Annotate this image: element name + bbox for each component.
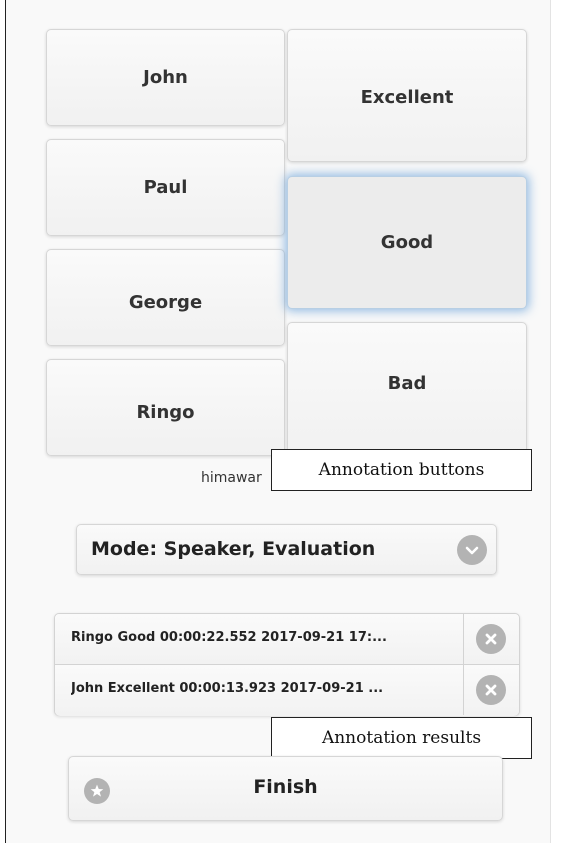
evaluation-button-excellent[interactable]: Excellent xyxy=(287,29,527,162)
evaluation-button-label: Excellent xyxy=(360,87,454,108)
callout-label: Annotation buttons xyxy=(318,460,485,480)
footer-credit: himawar xyxy=(201,470,262,486)
speaker-button-label: John xyxy=(143,67,188,88)
finish-label: Finish xyxy=(253,776,318,798)
speaker-button-george[interactable]: George xyxy=(46,249,285,346)
evaluation-button-good[interactable]: Good xyxy=(287,176,527,309)
results-list: Ringo Good 00:00:22.552 2017-09-21 17:..… xyxy=(54,613,520,716)
speaker-button-label: Ringo xyxy=(136,402,195,423)
delete-result-button[interactable] xyxy=(463,614,519,664)
callout-annotation-buttons: Annotation buttons xyxy=(271,449,532,491)
callout-label: Annotation results xyxy=(321,728,482,748)
result-row: Ringo Good 00:00:22.552 2017-09-21 17:..… xyxy=(55,614,519,665)
evaluation-button-label: Good xyxy=(380,232,434,253)
speaker-button-label: George xyxy=(128,292,203,313)
evaluation-button-bad[interactable]: Bad xyxy=(287,322,527,455)
chevron-down-icon xyxy=(457,535,487,565)
result-row: John Excellent 00:00:13.923 2017-09-21 .… xyxy=(55,665,519,716)
mode-select[interactable]: Mode: Speaker, Evaluation xyxy=(76,524,497,575)
mode-select-value: Mode: Speaker, Evaluation xyxy=(91,538,376,560)
close-circle-icon xyxy=(476,624,506,654)
result-text: Ringo Good 00:00:22.552 2017-09-21 17:..… xyxy=(71,630,387,645)
evaluation-button-label: Bad xyxy=(387,373,427,394)
delete-result-button[interactable] xyxy=(463,665,519,715)
finish-button[interactable]: Finish xyxy=(68,756,503,821)
speaker-button-paul[interactable]: Paul xyxy=(46,139,285,236)
speaker-button-ringo[interactable]: Ringo xyxy=(46,359,285,456)
speaker-button-label: Paul xyxy=(143,177,188,198)
callout-annotation-results: Annotation results xyxy=(271,717,532,759)
result-text: John Excellent 00:00:13.923 2017-09-21 .… xyxy=(71,681,384,696)
speaker-button-john[interactable]: John xyxy=(46,29,285,126)
close-circle-icon xyxy=(476,675,506,705)
